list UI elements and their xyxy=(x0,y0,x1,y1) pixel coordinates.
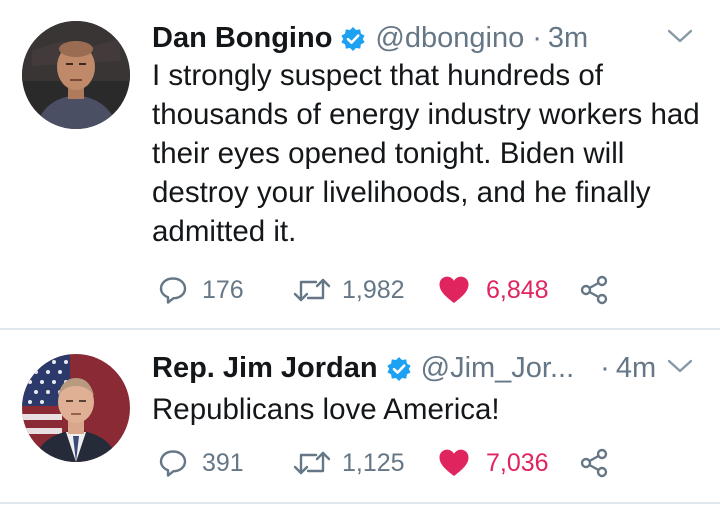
like-count: 6,848 xyxy=(486,275,549,304)
share-button[interactable] xyxy=(578,443,610,483)
author-name[interactable]: Dan Bongino xyxy=(152,20,332,56)
reply-count: 391 xyxy=(202,448,244,477)
tweet-actions: 176 1,982 6,848 xyxy=(152,270,672,310)
tweet-divider xyxy=(0,502,720,504)
like-count: 7,036 xyxy=(486,448,549,477)
verified-badge-icon xyxy=(386,355,412,381)
man-with-flag-avatar-icon xyxy=(22,354,130,462)
speech-bubble-icon xyxy=(159,450,187,477)
separator-dot: · xyxy=(532,22,542,54)
tweet-header: Rep. Jim Jordan @Jim_Jor... · 4m xyxy=(152,350,656,386)
avatar[interactable] xyxy=(22,354,130,462)
tweet-card[interactable]: Dan Bongino @dbongino · 3m I strongly su… xyxy=(0,0,720,328)
heart-icon xyxy=(439,449,469,476)
share-button[interactable] xyxy=(578,270,610,310)
chevron-down-icon[interactable] xyxy=(667,28,693,44)
like-button[interactable]: 7,036 xyxy=(438,443,549,483)
tweet-text: I strongly suspect that hundreds of thou… xyxy=(152,59,700,248)
retweet-button[interactable]: 1,982 xyxy=(292,270,405,310)
retweet-arrows-icon xyxy=(293,451,331,475)
timestamp[interactable]: 3m xyxy=(548,20,588,56)
tweet-text: Republicans love America! xyxy=(152,393,500,426)
retweet-arrows-icon xyxy=(293,278,331,302)
retweet-button[interactable]: 1,125 xyxy=(292,443,405,483)
retweet-count: 1,982 xyxy=(342,275,405,304)
reply-count: 176 xyxy=(202,275,244,304)
author-handle[interactable]: @dbongino xyxy=(375,20,524,56)
chevron-down-icon[interactable] xyxy=(667,358,693,374)
avatar[interactable] xyxy=(22,21,130,129)
like-button[interactable]: 6,848 xyxy=(438,270,549,310)
author-handle[interactable]: @Jim_Jor... xyxy=(421,350,575,386)
heart-icon xyxy=(439,276,469,303)
speech-bubble-icon xyxy=(159,277,187,304)
verified-badge-icon xyxy=(340,25,366,51)
tweet-actions: 391 1,125 7,036 xyxy=(152,443,672,483)
man-portrait-avatar-icon xyxy=(22,21,130,129)
tweet-header: Dan Bongino @dbongino · 3m xyxy=(152,20,588,56)
share-nodes-icon xyxy=(580,448,608,478)
timestamp[interactable]: 4m xyxy=(616,350,656,386)
reply-button[interactable]: 391 xyxy=(158,443,244,483)
separator-dot: · xyxy=(600,352,610,384)
retweet-count: 1,125 xyxy=(342,448,405,477)
share-nodes-icon xyxy=(580,275,608,305)
tweet-card[interactable]: Rep. Jim Jordan @Jim_Jor... · 4m Republi… xyxy=(0,330,720,502)
reply-button[interactable]: 176 xyxy=(158,270,244,310)
author-name[interactable]: Rep. Jim Jordan xyxy=(152,350,378,386)
